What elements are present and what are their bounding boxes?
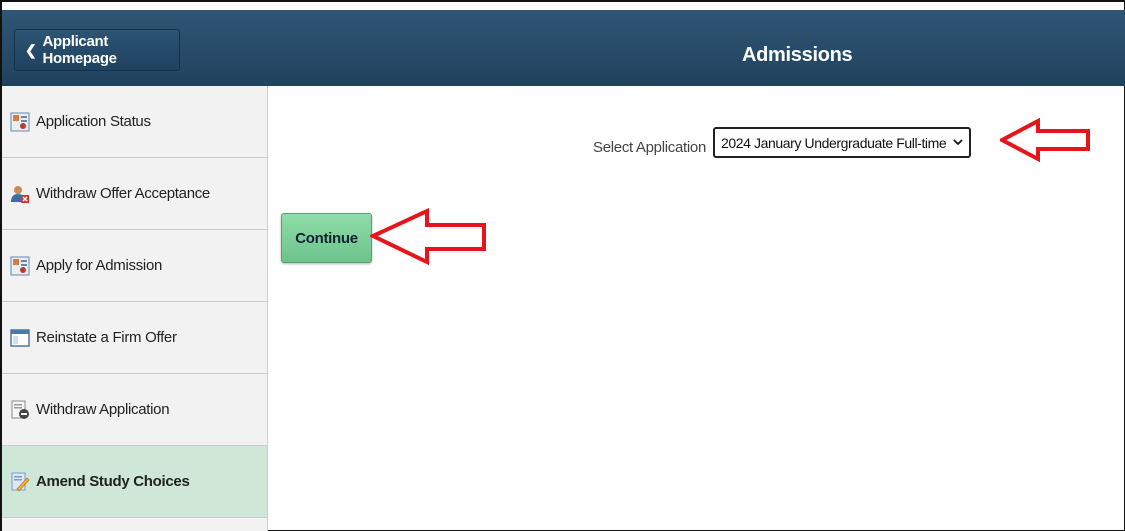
sidebar-item-label: Reinstate a Firm Offer	[36, 329, 177, 346]
user-remove-icon	[11, 185, 29, 203]
sidebar-item-label: Apply for Admission	[36, 257, 163, 274]
applicant-homepage-button[interactable]: ❮ Applicant Homepage	[14, 29, 180, 71]
sidebar-item-amend-study-choices[interactable]: Amend Study Choices	[2, 446, 267, 518]
sidebar-item-label: Withdraw Application	[36, 401, 170, 418]
select-application-dropdown[interactable]: 2024 January Undergraduate Full-time	[713, 127, 971, 158]
sidebar-item-application-status[interactable]: Application Status	[2, 86, 267, 158]
sidebar-item-apply-for-admission[interactable]: Apply for Admission	[2, 230, 267, 302]
arrow-annotation-icon	[1000, 118, 1090, 162]
sidebar-item-withdraw-offer-acceptance[interactable]: Withdraw Offer Acceptance	[2, 158, 267, 230]
continue-button[interactable]: Continue	[281, 213, 372, 263]
sidebar-item-reinstate-firm-offer[interactable]: Reinstate a Firm Offer	[2, 302, 267, 374]
sidebar-item-label: Application Status	[36, 113, 151, 130]
chevron-down-icon	[953, 139, 963, 146]
sidebar-item-label: Withdraw Offer Acceptance	[36, 185, 210, 202]
select-application-label: Select Application	[593, 139, 707, 156]
edit-icon	[11, 472, 30, 492]
window-icon	[10, 328, 30, 347]
sidebar-item-withdraw-application[interactable]: Withdraw Application	[2, 374, 267, 446]
sidebar: Application Status Withdraw Offer Accept…	[2, 86, 268, 531]
status-icon	[10, 112, 30, 131]
chevron-left-icon: ❮	[25, 41, 37, 58]
page-title: Admissions	[742, 44, 853, 66]
page-header: ❮ Applicant Homepage Admissions	[2, 10, 1125, 86]
select-application-value: 2024 January Undergraduate Full-time	[721, 134, 947, 151]
arrow-annotation-icon	[370, 207, 486, 265]
document-minus-icon	[11, 400, 29, 419]
sidebar-item-label: Amend Study Choices	[36, 473, 190, 490]
application-icon	[10, 256, 30, 275]
applicant-homepage-label: Applicant Homepage	[42, 33, 117, 67]
